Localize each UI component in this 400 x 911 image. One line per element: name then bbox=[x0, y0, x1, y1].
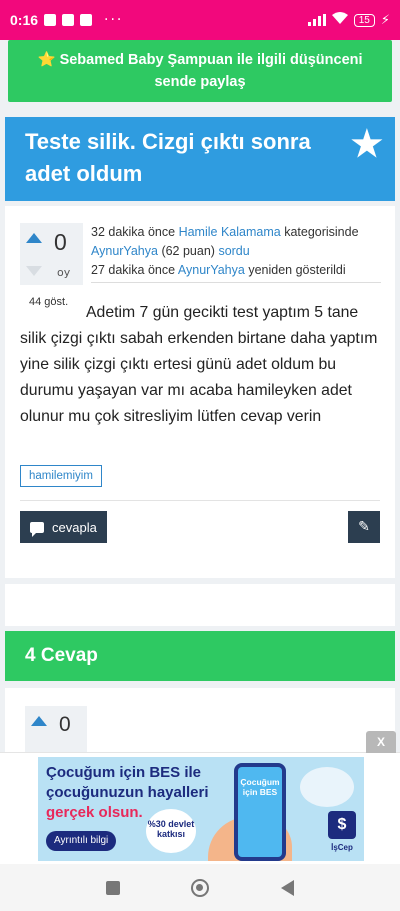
recents-icon[interactable] bbox=[105, 880, 120, 895]
share-banner-text: Sebamed Baby Şampuan ile ilgili düşüncen… bbox=[59, 52, 363, 90]
question-meta: 32 dakika önce Hamile Kalamama kategoris… bbox=[91, 223, 381, 283]
edit-button[interactable]: ✎ bbox=[348, 511, 380, 543]
asked-time: 32 dakika önce bbox=[91, 225, 176, 239]
question-title: Teste silik. Cizgi çıktı sonra adet oldu… bbox=[25, 129, 311, 186]
author-link[interactable]: AynurYahya bbox=[91, 244, 158, 258]
ad-details-button[interactable]: Ayrıntılı bilgi bbox=[46, 831, 117, 851]
status-time: 0:16 bbox=[10, 12, 39, 28]
wifi-icon bbox=[331, 12, 348, 28]
star-icon: ⭐ bbox=[37, 52, 56, 68]
answer-vote-count: 0 bbox=[59, 713, 71, 736]
reply-label: cevapla bbox=[52, 519, 97, 535]
comment-icon bbox=[30, 521, 44, 537]
phone-illustration: Çocuğum için BES bbox=[234, 763, 286, 861]
battery-icon: 15 bbox=[353, 13, 375, 27]
vote-unit: oy bbox=[57, 266, 71, 279]
tag-hamilemiyim[interactable]: hamilemiyim bbox=[20, 465, 102, 487]
answers-header: 4 Cevap bbox=[5, 631, 395, 681]
share-opinion-banner[interactable]: ⭐ Sebamed Baby Şampuan ile ilgili düşünc… bbox=[8, 40, 392, 102]
iscep-logo-icon: $ bbox=[328, 811, 356, 839]
question-card: 0 oy 32 dakika önce Hamile Kalamama kate… bbox=[5, 206, 395, 578]
more-notifications-icon: ··· bbox=[104, 12, 124, 28]
vote-up-icon[interactable] bbox=[26, 233, 42, 243]
vote-box: 0 oy bbox=[20, 223, 83, 285]
category-link[interactable]: Hamile Kalamama bbox=[179, 225, 281, 239]
ad-badge: %30 devlet katkısı bbox=[146, 809, 196, 853]
notification-icon bbox=[44, 14, 57, 26]
ad-decoration-illustration bbox=[300, 767, 354, 807]
empty-panel bbox=[5, 584, 395, 626]
system-nav-bar bbox=[0, 864, 400, 911]
app-icon bbox=[62, 14, 75, 26]
reshown-text: yeniden gösterildi bbox=[248, 263, 346, 277]
vote-count: 0 bbox=[54, 229, 67, 255]
author-points: (62 puan) bbox=[161, 244, 215, 258]
ad-logo-label: İşCep bbox=[331, 843, 353, 852]
ad-banner[interactable]: Çocuğum için BES ile çocuğunuzun hayalle… bbox=[38, 757, 364, 861]
ad-line-1: Çocuğum için BES ile bbox=[46, 764, 202, 781]
favorite-star-icon[interactable]: ★ bbox=[351, 126, 383, 162]
pencil-icon: ✎ bbox=[358, 519, 370, 535]
back-icon[interactable] bbox=[281, 879, 295, 896]
charging-icon: ⚡ bbox=[380, 12, 390, 28]
home-icon[interactable] bbox=[191, 878, 210, 897]
signal-icon bbox=[307, 14, 326, 26]
answer-vote-up-icon[interactable] bbox=[31, 716, 47, 726]
ad-container: X Çocuğum için BES ile çocuğunuzun hayal… bbox=[0, 731, 400, 864]
answer-vote-box: 0 bbox=[25, 706, 87, 752]
reshown-author-link[interactable]: AynurYahya bbox=[178, 263, 245, 277]
divider bbox=[20, 500, 380, 501]
vote-down-icon[interactable] bbox=[26, 266, 42, 276]
question-body: Adetim 7 gün gecikti test yaptım 5 tane … bbox=[20, 304, 378, 425]
upload-icon bbox=[80, 14, 93, 26]
answer-card: 0 bbox=[5, 688, 395, 752]
asked-link[interactable]: sordu bbox=[218, 244, 249, 258]
status-bar: 0:16 ··· 15 ⚡ bbox=[0, 0, 400, 40]
reshown-time: 27 dakika önce bbox=[91, 263, 176, 277]
category-suffix: kategorisinde bbox=[284, 225, 359, 239]
reply-button[interactable]: cevapla bbox=[20, 511, 107, 543]
ad-headline: Çocuğum için BES ile çocuğunuzun hayalle… bbox=[46, 763, 216, 823]
ad-line-2: çocuğunuzun hayalleri bbox=[46, 784, 209, 801]
phone-screen-text: Çocuğum için BES bbox=[238, 767, 282, 857]
ad-close-button[interactable]: X bbox=[366, 731, 396, 753]
question-title-box: Teste silik. Cizgi çıktı sonra adet oldu… bbox=[5, 117, 395, 201]
